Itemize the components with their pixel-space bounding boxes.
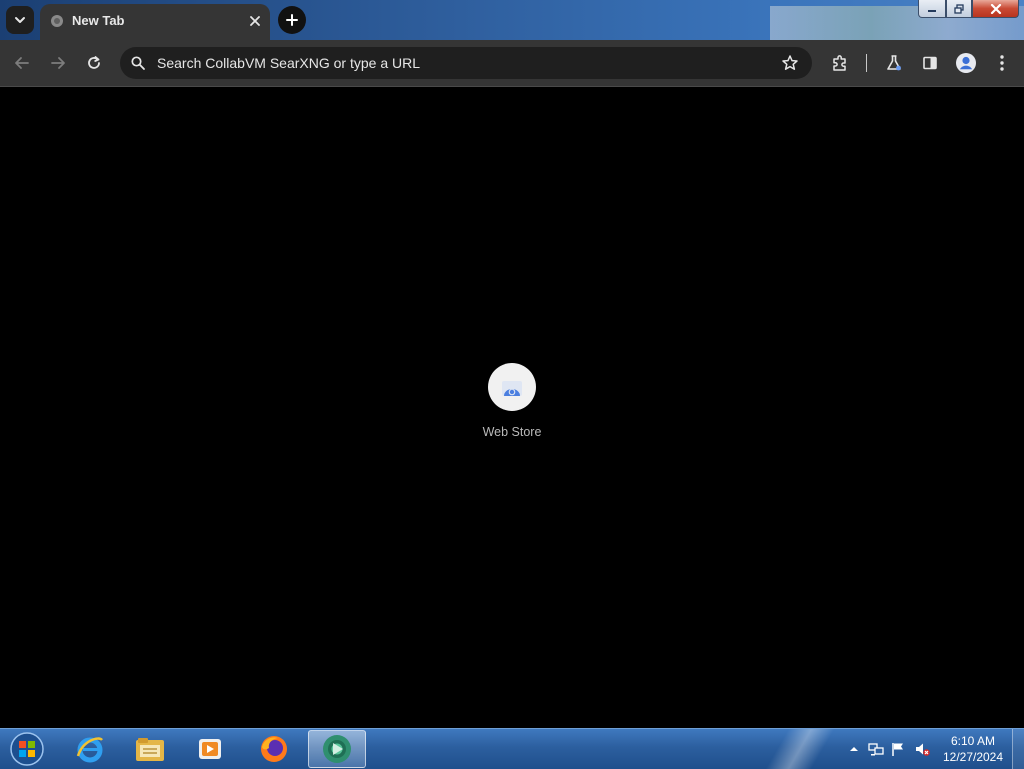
close-tab-icon[interactable]	[248, 14, 262, 28]
menu-kebab-icon	[1000, 55, 1004, 71]
side-panel-button[interactable]	[920, 53, 940, 73]
plus-icon	[286, 14, 298, 26]
forward-arrow-icon	[51, 57, 65, 69]
close-window-button[interactable]	[972, 0, 1019, 18]
web-store-icon	[502, 381, 522, 396]
browser-tab-strip: New Tab	[0, 0, 1024, 40]
new-tab-button[interactable]	[278, 6, 306, 34]
shortcut-web-store[interactable]: Web Store	[472, 363, 552, 449]
back-button[interactable]	[12, 53, 32, 73]
close-icon	[990, 3, 1001, 14]
minimize-button[interactable]	[918, 0, 946, 18]
bookmark-button[interactable]	[780, 53, 800, 73]
taskbar-firefox[interactable]	[246, 729, 302, 769]
back-arrow-icon	[15, 57, 29, 69]
windows-taskbar: 6:10 AM 12/27/2024	[0, 728, 1024, 769]
new-tab-page: Web Store	[0, 87, 1024, 728]
address-bar-placeholder: Search CollabVM SearXNG or type a URL	[157, 55, 420, 71]
taskbar-media-player[interactable]	[182, 729, 238, 769]
toolbar-divider	[866, 54, 867, 72]
clock-time: 6:10 AM	[950, 734, 996, 748]
chrome-app-icon	[323, 735, 351, 763]
start-orb-icon	[10, 732, 44, 766]
taskbar-chrome-active[interactable]	[308, 730, 366, 768]
taskbar-clock[interactable]: 6:10 AM 12/27/2024	[936, 733, 1010, 765]
chevron-down-icon	[15, 17, 25, 23]
maximize-button[interactable]	[946, 0, 972, 18]
minimize-icon	[928, 9, 936, 12]
extensions-button[interactable]	[830, 53, 850, 73]
firefox-icon	[261, 736, 287, 762]
network-icon[interactable]	[868, 741, 884, 757]
internet-explorer-icon	[76, 737, 103, 763]
start-button[interactable]	[2, 729, 52, 769]
labs-flask-icon	[887, 55, 901, 71]
tab-title: New Tab	[72, 13, 125, 28]
browser-toolbar: Search CollabVM SearXNG or type a URL	[0, 40, 1024, 87]
menu-button[interactable]	[992, 53, 1012, 73]
profile-button[interactable]	[955, 52, 977, 74]
taskbar-file-explorer[interactable]	[122, 729, 178, 769]
reload-icon	[88, 56, 100, 69]
media-player-icon	[199, 739, 221, 759]
profile-icon	[956, 53, 976, 73]
labs-button[interactable]	[884, 53, 904, 73]
clock-date: 12/27/2024	[942, 750, 1004, 764]
forward-button[interactable]	[48, 53, 68, 73]
taskbar-internet-explorer[interactable]	[62, 729, 118, 769]
action-center-flag-icon[interactable]	[890, 741, 906, 757]
volume-muted-icon[interactable]	[914, 741, 930, 757]
globe-icon	[51, 15, 63, 27]
bookmark-star-icon	[782, 55, 798, 70]
side-panel-icon	[923, 56, 937, 70]
show-hidden-icons-icon[interactable]	[846, 741, 862, 757]
restore-icon	[954, 3, 964, 14]
window-controls	[918, 0, 1019, 18]
shortcut-icon-circle	[488, 363, 536, 411]
taskbar-light-streak	[760, 729, 840, 769]
show-desktop-button[interactable]	[1012, 729, 1024, 769]
extensions-puzzle-icon	[833, 55, 846, 71]
search-icon	[131, 56, 145, 70]
address-bar[interactable]: Search CollabVM SearXNG or type a URL	[120, 47, 812, 79]
tab-search-button[interactable]	[6, 6, 34, 34]
reload-button[interactable]	[84, 53, 104, 73]
shortcut-label: Web Store	[482, 425, 542, 439]
tab-new-tab[interactable]: New Tab	[40, 4, 270, 40]
file-explorer-icon	[136, 738, 164, 761]
